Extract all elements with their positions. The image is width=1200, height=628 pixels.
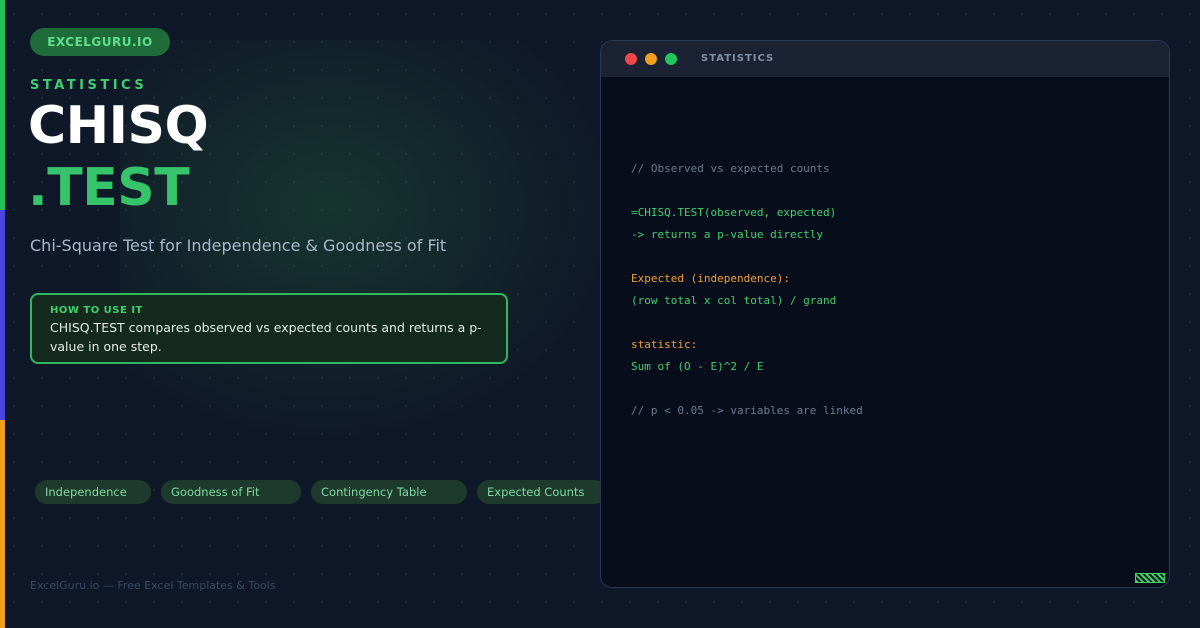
tag-independence[interactable]: Independence (35, 480, 151, 504)
code-line: // Observed vs expected counts (631, 162, 830, 175)
code-window: STATISTICS // Observed vs expected count… (600, 40, 1170, 588)
how-to-card: HOW TO USE IT CHISQ.TEST compares observ… (30, 293, 508, 364)
code-window-titlebar: STATISTICS (601, 41, 1169, 77)
code-line: Expected (independence): (631, 272, 790, 285)
maximize-dot-icon (665, 53, 677, 65)
brand-badge[interactable]: EXCELGURU.IO (30, 28, 170, 56)
tag-contingency-table[interactable]: Contingency Table (311, 480, 467, 504)
footer-text: ExcelGuru.io — Free Excel Templates & To… (30, 579, 276, 592)
close-dot-icon (625, 53, 637, 65)
page-title-main: CHISQ (28, 96, 209, 156)
accent-bar-orange (0, 420, 5, 628)
code-line: Sum of (O - E)^2 / E (631, 360, 764, 373)
minimize-dot-icon (645, 53, 657, 65)
code-window-title: STATISTICS (701, 53, 775, 64)
how-to-heading: HOW TO USE IT (50, 305, 143, 316)
category-label: STATISTICS (30, 78, 148, 93)
code-line: =CHISQ.TEST(observed, expected) (631, 206, 837, 219)
code-line: // p < 0.05 -> variables are linked (631, 404, 863, 417)
how-to-body: CHISQ.TEST compares observed vs expected… (50, 320, 482, 354)
page-subtitle: Chi-Square Test for Independence & Goodn… (30, 236, 447, 255)
grid-logo-icon (1135, 573, 1165, 583)
accent-bar-blue (0, 210, 5, 420)
code-line: (row total x col total) / grand (631, 294, 837, 307)
page-title-suffix: .TEST (28, 158, 190, 218)
code-line: -> returns a p-value directly (631, 228, 824, 241)
code-line: statistic: (631, 338, 698, 351)
tag-expected-counts[interactable]: Expected Counts (477, 480, 607, 504)
accent-bar-green (0, 0, 5, 210)
tag-goodness-of-fit[interactable]: Goodness of Fit (161, 480, 301, 504)
